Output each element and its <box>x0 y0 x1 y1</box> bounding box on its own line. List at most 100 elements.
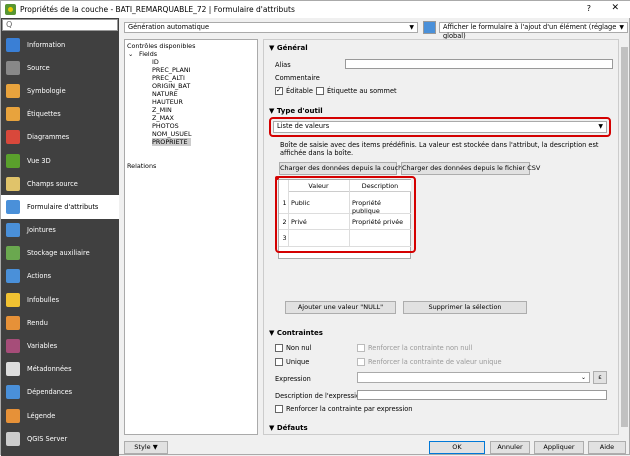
comment-label: Commentaire <box>275 74 320 82</box>
search-icon: Q <box>6 20 13 29</box>
load-from-csv-button[interactable]: Charger des données depuis le fichier CS… <box>401 162 540 175</box>
tree-field-item[interactable]: Z_MIN <box>152 106 172 114</box>
unique-label: Unique <box>286 358 310 366</box>
tree-relations[interactable]: Relations <box>127 162 156 170</box>
tree-field-item[interactable]: NATURE <box>152 90 178 98</box>
form-behavior-value: Afficher le formulaire à l'ajout d'un él… <box>443 23 617 40</box>
panel-scrollbar[interactable] <box>620 39 629 435</box>
sidebar-item-icon <box>6 153 20 168</box>
sidebar-item-icon <box>6 37 20 52</box>
sidebar-item-label: Étiquettes <box>27 110 61 119</box>
tree-field-item[interactable]: HAUTEUR <box>152 98 183 106</box>
tree-field-item[interactable]: NOM_USUEL <box>152 130 192 138</box>
sidebar-item-17[interactable]: QGIS Server <box>1 427 119 450</box>
style-button[interactable]: Style ▼ <box>124 441 168 454</box>
close-icon[interactable]: ✕ <box>611 3 619 13</box>
editable-label: Éditable <box>286 87 313 95</box>
sidebar-item-14[interactable]: Métadonnées <box>1 358 119 381</box>
label-on-top-checkbox[interactable] <box>316 87 324 95</box>
enforce-expr-label: Renforcer la contrainte par expression <box>286 405 413 413</box>
layout-combo-value: Génération automatique <box>128 23 210 31</box>
scrollbar-thumb[interactable] <box>621 47 628 427</box>
sidebar-item-15[interactable]: Dépendances <box>1 381 119 404</box>
cancel-button[interactable]: Annuler <box>490 441 530 454</box>
ok-button[interactable]: OK <box>429 441 485 454</box>
apply-button[interactable]: Appliquer <box>534 441 584 454</box>
sidebar-item-icon <box>6 130 20 145</box>
expression-builder-button[interactable]: ε <box>593 371 607 384</box>
sidebar-item-label: Légende <box>27 411 56 420</box>
chevron-down-icon: ▼ <box>619 24 624 31</box>
sidebar-item-1[interactable]: Source <box>1 56 119 79</box>
sidebar-item-16[interactable]: Légende <box>1 404 119 427</box>
sidebar-item-12[interactable]: Rendu <box>1 311 119 334</box>
editable-checkbox[interactable] <box>275 86 283 95</box>
enforce-not-null-checkbox[interactable] <box>357 344 365 352</box>
controls-tree[interactable]: Contrôles disponibles ⌄ Fields ID PREC_PL… <box>124 39 258 435</box>
not-null-checkbox[interactable] <box>275 344 283 352</box>
properties-dialog: Propriétés de la couche - BATI_REMARQUAB… <box>0 0 630 456</box>
sidebar-item-label: Variables <box>27 342 58 351</box>
tree-fields[interactable]: Fields <box>139 50 157 58</box>
sidebar-item-icon <box>6 315 20 330</box>
not-null-label: Non nul <box>286 344 312 352</box>
python-init-icon[interactable] <box>423 21 436 34</box>
sidebar-item-label: Information <box>27 40 66 49</box>
sidebar-item-4[interactable]: Diagrammes <box>1 126 119 149</box>
tree-field-item[interactable]: PREC_ALTI <box>152 74 185 82</box>
sidebar-item-label: Stockage auxiliaire <box>27 249 90 258</box>
tree-field-item[interactable]: Z_MAX <box>152 114 174 122</box>
delete-selection-button[interactable]: Supprimer la sélection <box>403 301 527 314</box>
sidebar-item-7[interactable]: Formulaire d'attributs <box>1 195 119 219</box>
tree-field-item[interactable]: PROPRIETE <box>152 138 192 146</box>
sidebar-item-10[interactable]: Actions <box>1 265 119 288</box>
tree-field-item[interactable]: ID <box>152 58 159 66</box>
alias-input[interactable] <box>345 59 613 69</box>
sidebar-item-3[interactable]: Étiquettes <box>1 103 119 126</box>
expression-input[interactable]: ⌄ <box>357 372 590 383</box>
sidebar-item-2[interactable]: Symbologie <box>1 79 119 102</box>
sidebar-item-icon <box>6 362 20 377</box>
title-bar: Propriétés de la couche - BATI_REMARQUAB… <box>1 1 630 18</box>
sidebar-item-0[interactable]: Information <box>1 33 119 56</box>
help-icon[interactable]: ? <box>587 4 591 13</box>
help-button[interactable]: Aide <box>588 441 626 454</box>
sidebar-item-icon <box>6 83 20 98</box>
label-on-top-label: Étiquette au sommet <box>327 87 397 95</box>
general-section-title[interactable]: ▼ Général <box>269 44 308 52</box>
sidebar-item-11[interactable]: Infobulles <box>1 288 119 311</box>
tree-field-item[interactable]: PHOTOS <box>152 122 179 130</box>
enforce-unique-label: Renforcer la contrainte de valeur unique <box>368 358 502 366</box>
defaults-section-title[interactable]: ▼ Défauts <box>269 424 308 432</box>
sidebar-item-8[interactable]: Jointures <box>1 219 119 242</box>
sidebar-item-label: Jointures <box>27 226 56 235</box>
sidebar-item-9[interactable]: Stockage auxiliaire <box>1 242 119 265</box>
widget-section-title[interactable]: ▼ Type d'outil <box>269 107 323 115</box>
sidebar-item-icon <box>6 107 20 122</box>
add-null-button[interactable]: Ajouter une valeur "NULL" <box>285 301 396 314</box>
tree-field-item[interactable]: ORIGIN_BAT <box>152 82 190 90</box>
sidebar-item-icon <box>6 269 20 284</box>
tree-field-item[interactable]: PREC_PLANI <box>152 66 191 74</box>
sidebar-item-5[interactable]: Vue 3D <box>1 149 119 172</box>
sidebar-item-label: Diagrammes <box>27 133 70 142</box>
constraints-section-title[interactable]: ▼ Contraintes <box>269 329 323 337</box>
sidebar-item-icon <box>6 385 20 400</box>
layout-combo[interactable]: Génération automatique ▼ <box>124 22 418 33</box>
sidebar-nav: Information Source Symbologie Étiquettes Dia… <box>1 33 119 450</box>
sidebar-item-icon <box>6 176 20 191</box>
expr-desc-input[interactable] <box>357 390 607 400</box>
chevron-down-icon: ▼ <box>409 24 414 31</box>
form-behavior-combo[interactable]: Afficher le formulaire à l'ajout d'un él… <box>439 22 628 40</box>
sidebar-item-13[interactable]: Variables <box>1 334 119 357</box>
sidebar-item-icon <box>6 223 20 238</box>
sidebar-item-6[interactable]: Champs source <box>1 172 119 195</box>
enforce-unique-checkbox[interactable] <box>357 358 365 366</box>
load-from-layer-button[interactable]: Charger des données depuis la couche <box>279 162 406 175</box>
enforce-expr-checkbox[interactable] <box>275 405 283 413</box>
tree-expand-icon[interactable]: ⌄ <box>128 50 133 58</box>
search-input[interactable]: Q <box>2 19 118 31</box>
sidebar-item-label: Actions <box>27 272 52 281</box>
unique-checkbox[interactable] <box>275 358 283 366</box>
chevron-down-icon: ⌄ <box>580 374 586 381</box>
